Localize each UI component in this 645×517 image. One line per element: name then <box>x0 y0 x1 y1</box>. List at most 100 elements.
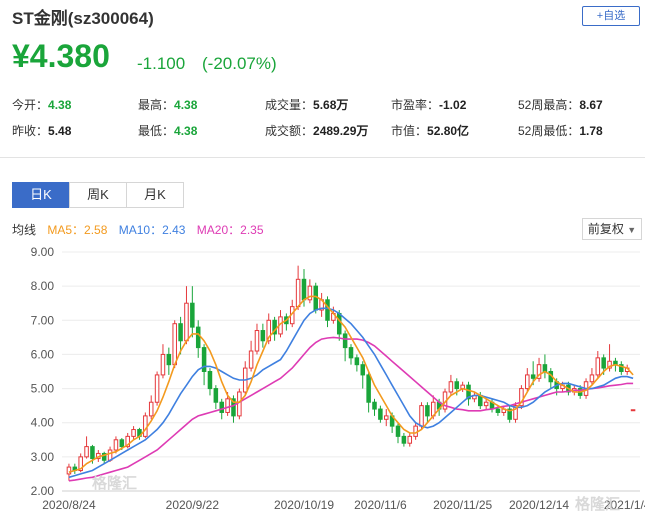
candle-body <box>542 364 548 372</box>
y-tick-label: 4.00 <box>31 416 55 430</box>
candle-body <box>525 374 530 390</box>
candle-body <box>160 353 166 376</box>
candle-body <box>90 446 95 460</box>
candle-body <box>448 381 454 393</box>
y-tick-label: 9.00 <box>31 245 55 259</box>
candle-body <box>313 285 319 311</box>
add-watchlist-button[interactable]: +自选 <box>582 6 640 26</box>
stat-item: 成交量：5.68万 <box>265 96 348 113</box>
stat-label: 最高： <box>138 98 175 112</box>
candle-body <box>113 439 119 451</box>
candle-body <box>260 330 266 342</box>
caret-down-icon: ▼ <box>627 225 637 235</box>
stat-value: 8.67 <box>579 98 603 112</box>
section-divider <box>0 157 645 158</box>
stat-value: 2489.29万 <box>313 124 369 138</box>
current-price: ¥4.380 <box>12 38 110 74</box>
ma-legend: 均线 MA5：2.58 MA10：2.43 MA20：2.35 <box>12 221 272 238</box>
ma20-legend: MA20：2.35 <box>196 223 264 237</box>
candle-body <box>295 278 301 308</box>
candle-body <box>178 323 183 342</box>
stat-value: 4.38 <box>174 124 198 138</box>
price-adjust-dropdown[interactable]: 前复权 ▼ <box>582 218 642 240</box>
candle-body <box>254 330 260 352</box>
stat-label: 52周最低： <box>518 124 580 138</box>
candle-body <box>360 364 366 376</box>
candle-body <box>530 374 536 379</box>
candle-body <box>131 429 136 437</box>
candle-body <box>154 374 160 403</box>
candle-body <box>495 408 501 413</box>
candle-body <box>395 425 401 437</box>
stat-item: 最高：4.38 <box>138 96 197 113</box>
tab-daily-k[interactable]: 日K <box>12 182 70 208</box>
y-tick-label: 2.00 <box>31 484 55 498</box>
ma-legend-label: 均线 <box>12 223 37 237</box>
price-change: -1.100 <box>137 54 186 73</box>
y-tick-label: 7.00 <box>31 313 55 327</box>
candle-body <box>425 405 430 417</box>
stat-item: 52周最低：1.78 <box>518 122 603 139</box>
candle-body <box>401 435 407 444</box>
candle-body <box>213 388 219 403</box>
stat-item: 52周最高：8.67 <box>518 96 603 113</box>
stat-value: 52.80亿 <box>427 124 470 138</box>
stat-value: 4.38 <box>48 98 72 112</box>
ma5-legend: MA5：2.58 <box>47 223 108 237</box>
x-tick-label: 2020/9/22 <box>166 498 220 512</box>
stat-item: 成交额：2489.29万 <box>265 122 368 139</box>
candle-body <box>148 401 154 417</box>
candle-body <box>66 466 72 475</box>
stat-item: 最低：4.38 <box>138 122 197 139</box>
y-tick-label: 8.00 <box>31 279 55 293</box>
candle-body <box>372 401 377 410</box>
candle-body <box>601 357 606 369</box>
stock-title: ST金刚(sz300064) <box>12 9 154 28</box>
x-tick-label: 2020/11/6 <box>354 498 407 512</box>
candle-body <box>589 374 595 383</box>
candle-body <box>225 398 230 413</box>
x-tick-label: 2020/12/14 <box>509 498 569 512</box>
candle-body <box>237 391 242 417</box>
stat-value: -1.02 <box>439 98 467 112</box>
candle-body <box>595 357 601 376</box>
candle-body <box>407 435 413 444</box>
stat-label: 今开： <box>12 98 49 112</box>
period-tabs: 日K 周K 月K <box>12 182 184 208</box>
candle-body <box>301 278 307 301</box>
candle-body <box>378 408 383 420</box>
candle-body <box>119 439 125 448</box>
stat-label: 市值： <box>391 124 428 138</box>
candle-body <box>172 323 177 366</box>
y-tick-label: 5.00 <box>31 382 55 396</box>
price-change-percent: (-20.07%) <box>202 54 277 73</box>
candle-body <box>336 312 342 335</box>
stat-item: 今开：4.38 <box>12 96 71 113</box>
stat-label: 昨收： <box>12 124 49 138</box>
candle-body <box>354 357 360 366</box>
candle-body <box>84 446 89 458</box>
candle-body <box>219 401 224 413</box>
stat-value: 5.48 <box>48 124 72 138</box>
tab-monthly-k[interactable]: 月K <box>126 182 184 208</box>
candle-body <box>143 415 148 437</box>
watermark-left: 格隆汇 <box>92 475 138 492</box>
y-tick-label: 3.00 <box>31 450 55 464</box>
candle-body <box>419 405 424 427</box>
x-tick-label: 2020/11/25 <box>433 498 492 512</box>
price-adjust-label: 前复权 <box>587 222 624 236</box>
candle-body <box>630 409 636 412</box>
candle-body <box>413 425 418 437</box>
candle-body <box>348 347 354 359</box>
candle-body <box>207 371 213 390</box>
stat-label: 52周最高： <box>518 98 580 112</box>
tab-weekly-k[interactable]: 周K <box>69 182 127 208</box>
candle-body <box>325 299 330 321</box>
x-tick-label: 2020/8/24 <box>42 498 96 512</box>
candle-body <box>248 350 254 369</box>
stat-label: 最低： <box>138 124 175 138</box>
stat-value: 4.38 <box>174 98 198 112</box>
ma10-legend: MA10：2.43 <box>118 223 186 237</box>
candle-body <box>166 353 172 366</box>
quote-stats: 今开：4.38 最高：4.38 成交量：5.68万 市盈率：-1.02 52周最高：8.… <box>12 96 642 140</box>
